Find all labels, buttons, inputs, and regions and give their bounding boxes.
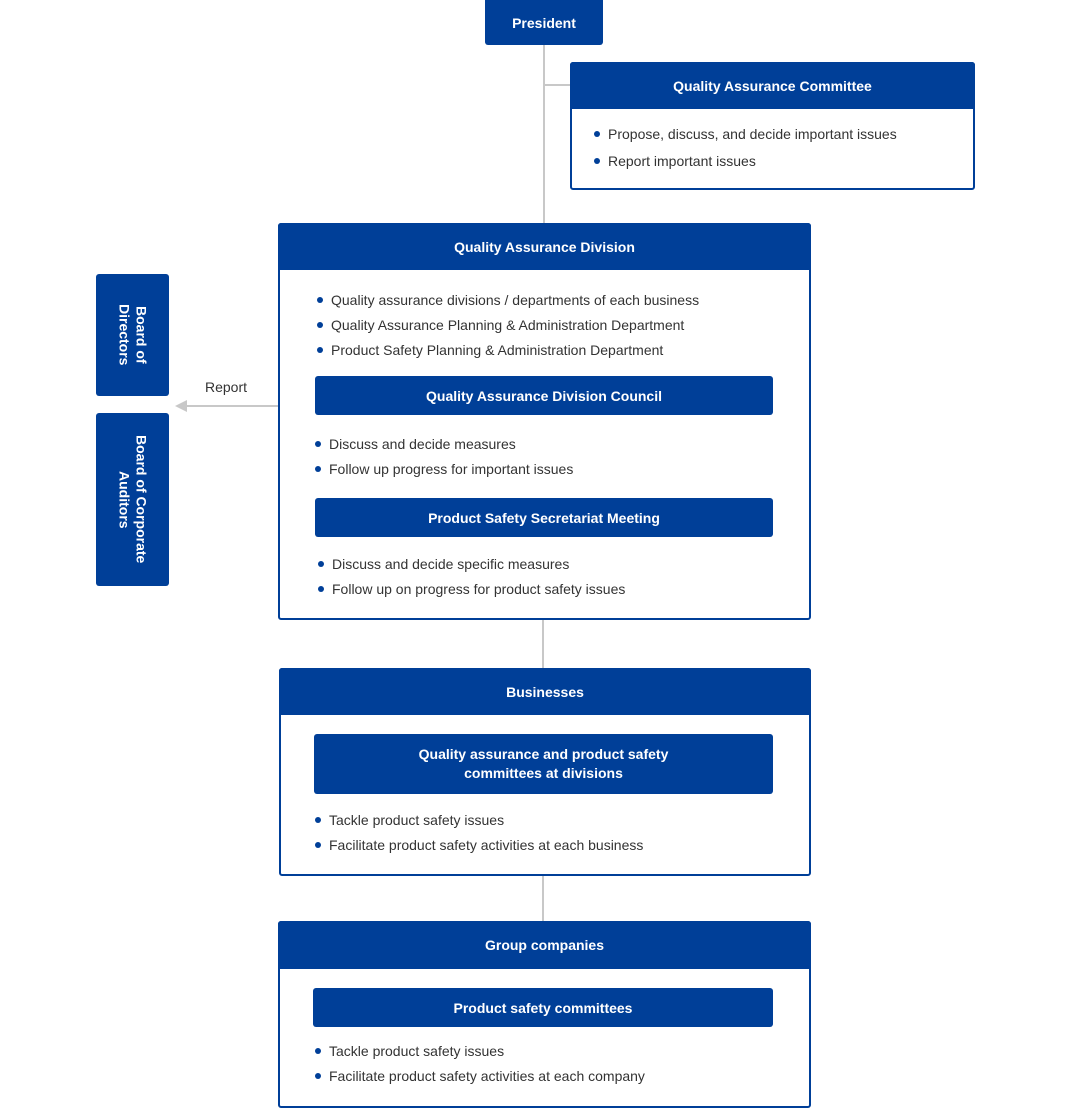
qac-box: Quality Assurance Committee Propose, dis… [570,62,975,190]
group-title: Group companies [278,921,811,969]
list-item: Discuss and decide measures [315,436,516,452]
board-of-directors: Board of Directors [96,274,169,396]
president-box: President [485,0,603,45]
list-item: Product Safety Planning & Administration… [317,342,663,358]
connector-president-qad [543,45,545,223]
connector-qad-businesses [542,620,544,668]
list-item: Report important issues [594,153,756,169]
group-box: Group companies Product safety committee… [278,921,811,1108]
connector-qac [544,84,570,86]
qac-title: Quality Assurance Committee [570,62,975,109]
board-of-corporate-auditors: Board of Corporate Auditors [96,413,169,586]
list-item: Follow up progress for important issues [315,461,573,477]
list-item: Tackle product safety issues [315,812,504,828]
list-item: Discuss and decide specific measures [318,556,569,572]
qad-box: Quality Assurance Division Quality assur… [278,223,811,620]
list-item: Follow up on progress for product safety… [318,581,625,597]
report-arrow-head [175,400,187,412]
report-label: Report [205,379,248,395]
businesses-box: Businesses Quality assurance and product… [279,668,811,876]
list-item: Quality Assurance Planning & Administrat… [317,317,684,333]
list-item: Facilitate product safety activities at … [315,1068,645,1084]
qad-secretariat-title: Product Safety Secretariat Meeting [315,498,773,537]
businesses-sub-title: Quality assurance and product safety com… [314,734,773,794]
businesses-title: Businesses [279,668,811,715]
list-item: Propose, discuss, and decide important i… [594,126,897,142]
qad-council-title: Quality Assurance Division Council [315,376,773,415]
list-item: Facilitate product safety activities at … [315,837,643,853]
list-item: Quality assurance divisions / department… [317,292,699,308]
list-item: Tackle product safety issues [315,1043,504,1059]
connector-businesses-group [542,875,544,921]
group-sub-title: Product safety committees [313,988,773,1027]
report-arrow-line [186,405,278,407]
qad-title: Quality Assurance Division [278,223,811,270]
